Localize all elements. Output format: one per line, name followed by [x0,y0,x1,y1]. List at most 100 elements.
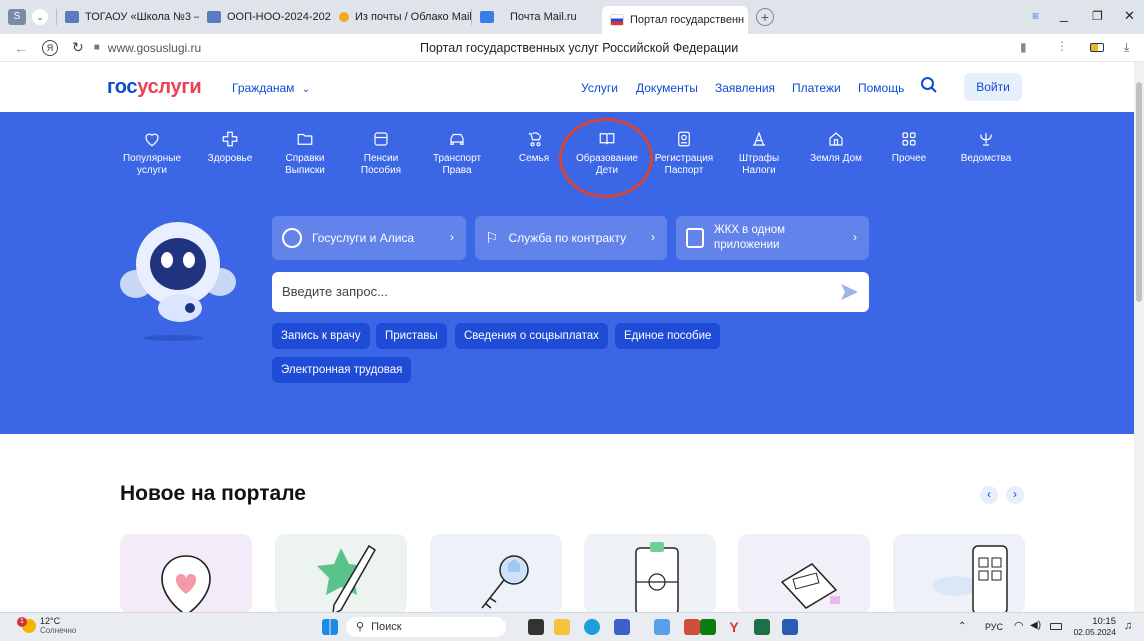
news-card[interactable] [738,534,870,614]
browser-tab-active[interactable]: Портал государственн ✕ [602,6,748,34]
carousel-prev-button[interactable]: ‹ [980,486,998,504]
category-fines[interactable]: Штрафы Налоги [721,130,797,177]
chip-doctor-appointment[interactable]: Запись к врачу [272,323,370,349]
news-card[interactable] [584,534,716,614]
category-registration[interactable]: Регистрация Паспорт [646,130,722,177]
flag-icon [610,14,624,26]
chip-electronic-workbook[interactable]: Электронная трудовая [272,357,412,383]
store-icon[interactable] [614,619,630,635]
nav-applications[interactable]: Заявления [715,81,775,95]
category-land-house[interactable]: Земля Дом [798,130,874,165]
category-popular[interactable]: Популярные услуги [114,130,190,177]
news-card[interactable] [430,534,562,614]
browser-tab[interactable]: Почта Mail.ru [472,4,602,30]
category-label: Ведомства [960,153,1012,164]
category-certificates[interactable]: Справки Выписки [267,130,343,177]
browser-tab[interactable]: Из почты / Облако Mail.ru [331,4,471,30]
notifications-icon[interactable]: ♫ [1124,620,1132,632]
clock[interactable]: 10:15 02.05.2024 [1072,616,1116,638]
emblem-icon [980,133,992,146]
battery-extension-icon[interactable] [1090,43,1104,52]
yandex-browser-icon[interactable]: Y [726,619,742,635]
more-icon[interactable]: ⋮ [1056,39,1068,53]
sun-icon: 1 [17,617,36,633]
nav-services[interactable]: Услуги [581,81,618,95]
file-explorer-icon[interactable] [554,619,570,635]
search-icon[interactable] [920,76,938,99]
restore-icon[interactable]: ❐ [1092,9,1103,23]
tray-chevron-icon[interactable]: ⌃ [958,621,966,632]
tab-dropdown-icon[interactable]: ⌄ [32,9,48,25]
close-window-icon[interactable]: ✕ [1124,8,1135,24]
yandex-icon[interactable]: Я [42,39,58,56]
category-label: Транспорт [432,153,482,164]
taskbar-search[interactable]: ⚲ Поиск [346,617,506,637]
category-other[interactable]: Прочее [871,130,947,165]
page-scrollbar[interactable] [1134,62,1144,612]
chip-bailiffs[interactable]: Приставы [376,323,447,349]
category-label: Пенсии [363,153,399,164]
logo-part-gos: гос [107,76,138,98]
category-label: Паспорт [664,165,704,176]
tabs-extension-icon[interactable]: ≡ [1032,9,1046,23]
new-tab-button[interactable]: + [756,8,774,26]
reload-icon[interactable]: ↻ [72,39,84,56]
download-icon[interactable]: ⤓ [1124,40,1129,55]
minimize-icon[interactable]: _ [1060,6,1068,22]
promo-housing-app[interactable]: ЖКХ в одном приложении › [676,216,869,260]
category-label: Популярные [122,153,182,164]
word-icon[interactable] [782,619,798,635]
browser-tab[interactable]: ООП-НОО-2024-2028-гг.р [199,4,331,30]
nav-documents[interactable]: Документы [636,81,698,95]
gosuslugi-logo[interactable]: госуслуги [107,76,202,99]
office-icon[interactable] [684,619,700,635]
login-button[interactable]: Войти [964,73,1022,101]
volume-icon[interactable]: ◀) [1030,620,1041,631]
category-agencies[interactable]: Ведомства [948,130,1024,165]
promo-label: Госуслуги и Алиса [312,231,415,245]
battery-icon[interactable] [1050,623,1062,630]
carousel-next-button[interactable]: › [1006,486,1024,504]
search-input[interactable]: Введите запрос... [282,284,388,299]
photos-icon[interactable] [654,619,670,635]
task-view-icon[interactable] [528,619,544,635]
url-field[interactable]: www.gosuslugi.ru [108,41,201,55]
news-title: Новое на портале [120,482,306,505]
xbox-icon[interactable] [700,619,716,635]
promo-alice[interactable]: Госуслуги и Алиса › [272,216,466,260]
category-health[interactable]: Здоровье [192,130,268,165]
weather-widget[interactable]: 1 12°C Солнечно [17,616,76,636]
category-transport[interactable]: Транспорт Права [419,130,495,177]
category-pensions[interactable]: Пенсии Пособия [343,130,419,177]
building-icon [686,228,704,248]
wifi-icon[interactable]: ◠ [1014,619,1024,632]
nav-payments[interactable]: Платежи [792,81,841,95]
audience-selector[interactable]: Гражданам ⌄ [232,81,310,95]
news-card[interactable] [893,534,1025,614]
edge-icon[interactable] [584,619,600,635]
house-icon [829,132,843,146]
page-title: Портал государственных услуг Российской … [420,41,739,55]
category-label: Пособия [360,165,402,176]
browser-tab[interactable]: ТОГАОУ «Школа №3 – Це [57,4,199,30]
scrollbar-thumb[interactable] [1136,82,1142,302]
category-label: Штрафы [738,153,780,164]
chip-unified-allowance[interactable]: Единое пособие [615,323,721,349]
chip-label: Запись к врачу [281,330,361,342]
windows-start-icon[interactable] [322,619,338,635]
chip-social-payments[interactable]: Сведения о соцвыплатах [455,323,608,349]
search-box[interactable]: Введите запрос... [272,272,869,312]
send-arrow-icon[interactable] [838,281,860,308]
login-label: Войти [976,80,1010,94]
promo-contract-service[interactable]: ⚐ Служба по контракту › [475,216,667,260]
excel-icon[interactable] [754,619,770,635]
back-icon[interactable]: ← [14,40,28,56]
bookmark-icon[interactable]: ▮ [1020,40,1027,54]
news-card[interactable] [275,534,407,614]
browser-tab-bar: S ⌄ ТОГАОУ «Школа №3 – Це ООП-НОО-2024-2… [0,0,1144,34]
news-card[interactable] [120,534,252,614]
browser-menu-icon[interactable]: S [8,9,26,25]
nav-help[interactable]: Помощь [858,81,904,95]
input-language[interactable]: РУС [985,622,1003,632]
tab-favicon-icon [339,12,349,22]
